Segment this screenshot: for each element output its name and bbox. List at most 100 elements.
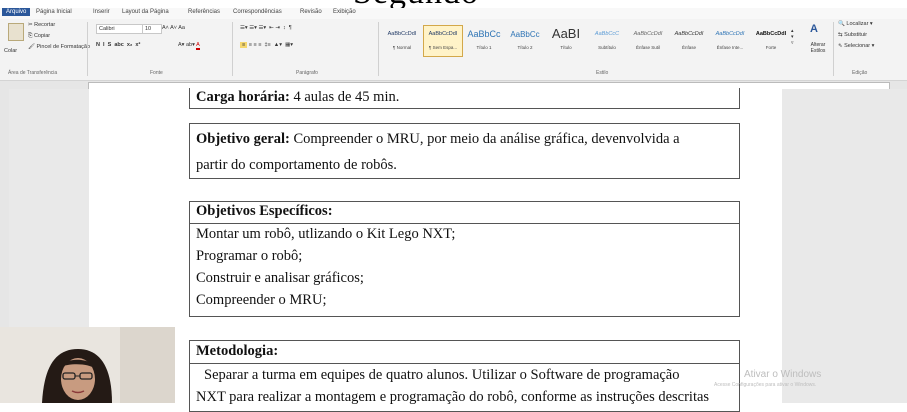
select-label: Selecionar	[844, 43, 871, 49]
style-name: Título	[560, 45, 572, 50]
find-label: Localizar	[846, 21, 869, 27]
style-sample: AaBbCcDdI	[428, 31, 458, 37]
tab-inserir[interactable]: Inserir	[93, 9, 110, 15]
style-normal[interactable]: AaBbCcDdI ¶ Normal	[382, 25, 422, 57]
style-name: Forte	[765, 45, 777, 50]
style-sample: AaBI	[551, 26, 581, 41]
font-format-buttons[interactable]: N I S abc x₂ x²	[96, 42, 140, 48]
style-forte[interactable]: AaBbCcDdI Forte	[751, 25, 791, 57]
tab-pagina-inicial[interactable]: Página Inicial	[36, 9, 72, 15]
style-name: ¶ Sem Espa...	[428, 45, 458, 50]
paste-icon[interactable]	[8, 23, 24, 41]
copy-button[interactable]: ⎘ Copiar	[28, 33, 50, 40]
ribbon-tab-bar: Arquivo Página Inicial Inserir Layout da…	[0, 8, 907, 19]
select-button[interactable]: ⇖ Selecionar ▾	[838, 43, 874, 49]
font-name-select[interactable]: Calibri	[96, 24, 144, 34]
style-name: Ênfase	[681, 45, 696, 50]
presenter-video-frame	[0, 327, 175, 403]
objetivo-geral-line1: Objetivo geral: Compreender o MRU, por m…	[196, 131, 680, 148]
replace-button[interactable]: ⇆ Substituir	[838, 32, 867, 38]
metodologia-label: Metodologia:	[196, 343, 279, 359]
change-styles-icon: A	[810, 23, 818, 35]
style-sample: AaBbCcDdI	[715, 31, 745, 37]
document-title-fragment: Segundo	[0, 0, 907, 8]
objetivo-geral-line2: partir do comportamento de robôs.	[196, 157, 397, 173]
replace-label: Substituir	[844, 32, 868, 38]
carga-horaria-value: 4 aulas de 45 min.	[293, 89, 400, 105]
word-ribbon: Arquivo Página Inicial Inserir Layout da…	[0, 8, 907, 81]
separator	[833, 22, 834, 76]
list-buttons[interactable]: ☰▾ ☰▾ ☰▾ ⇤ ⇥ ↕ ¶	[240, 25, 292, 31]
style-sem-espacamento[interactable]: AaBbCcDdI ¶ Sem Espa...	[423, 25, 463, 57]
style-name: Ênfase Inte...	[716, 45, 744, 50]
cut-button[interactable]: ✂ Recortar	[28, 22, 55, 28]
objetivos-especificos-table[interactable]: Objetivos Específicos: Montar um robô, u…	[189, 201, 740, 317]
font-group-label: Fonte	[150, 70, 163, 76]
brush-icon: 🖌	[28, 44, 37, 50]
style-name: Título 1	[476, 45, 492, 50]
styles-scroll-arrows[interactable]: ▴ ▾ ▿	[791, 28, 794, 46]
separator	[232, 22, 233, 76]
cut-label: Recortar	[34, 22, 56, 28]
styles-group-label: Estilo	[596, 70, 609, 76]
copy-label: Copiar	[33, 33, 51, 39]
font-color-icon: A	[196, 42, 200, 50]
objetivo-geral-cell[interactable]: Objetivo geral: Compreender o MRU, por m…	[189, 123, 740, 179]
tab-arquivo[interactable]: Arquivo	[2, 8, 31, 16]
style-sample: AaBbCc	[510, 30, 540, 39]
alignment-buttons[interactable]: ≡ ≡ ≡ ≡ ‡≡ ▲▾ ▦▾	[240, 42, 293, 48]
style-name: ¶ Normal	[392, 45, 412, 50]
list-item: Montar um robô, utlizando o Kit Lego NXT…	[196, 226, 456, 242]
style-name: Título 2	[517, 45, 533, 50]
style-name: Subtítulo	[598, 45, 616, 50]
list-item: Compreender o MRU;	[196, 292, 327, 308]
carga-horaria-label: Carga horária:	[196, 89, 290, 105]
list-item: Construir e analisar gráficos;	[196, 270, 364, 286]
change-styles-button[interactable]: Alterar Estilos	[806, 42, 830, 54]
style-sample: AaBbCcDdI	[387, 31, 417, 37]
style-enfase[interactable]: AaBbCcDdI Ênfase	[669, 25, 709, 57]
style-sample: AaBbCcDdI	[755, 31, 787, 37]
style-enfase-intensa[interactable]: AaBbCcDdI Ênfase Inte...	[710, 25, 750, 57]
table-row-divider	[190, 363, 739, 364]
objetivo-geral-text: Compreender o MRU, por meio da análise g…	[293, 131, 680, 147]
tab-exibicao[interactable]: Exibição	[333, 9, 356, 15]
tab-revisao[interactable]: Revisão	[300, 9, 322, 15]
style-sample: AaBbCcC	[594, 31, 620, 37]
separator	[87, 22, 88, 76]
format-painter-button[interactable]: 🖌 Pincel de Formatação	[28, 44, 90, 50]
metodologia-table[interactable]: Metodologia: Separar a turma em equipes …	[189, 340, 740, 412]
style-sample: AaBbCc	[467, 29, 501, 39]
font-color-buttons[interactable]: A▾ ab▾ A	[178, 42, 200, 50]
metodologia-line2: NXT para realizar a montagem e programaç…	[196, 389, 710, 405]
separator	[378, 22, 379, 76]
style-subtitulo[interactable]: AaBbCcC Subtítulo	[587, 25, 627, 57]
style-sample: AaBbCcDdI	[633, 31, 663, 37]
activation-watermark-title: Ativar o Windows	[744, 369, 822, 380]
activation-watermark-subtitle: Acesse Configurações para ativar o Windo…	[714, 382, 817, 388]
paste-button-label[interactable]: Colar	[4, 48, 17, 54]
objetivo-geral-label: Objetivo geral:	[196, 131, 290, 147]
style-titulo[interactable]: AaBI Título	[546, 25, 586, 57]
carga-horaria-cell[interactable]: Carga horária: 4 aulas de 45 min.	[189, 88, 740, 109]
tab-correspondencias[interactable]: Correspondências	[233, 9, 282, 15]
workspace-margin-right	[782, 89, 907, 403]
tab-referencias[interactable]: Referências	[188, 9, 220, 15]
style-name: Ênfase Sutil	[635, 45, 660, 50]
grow-shrink-font-buttons[interactable]: A˄ A˅ Aa	[162, 25, 185, 31]
style-titulo-2[interactable]: AaBbCc Título 2	[505, 25, 545, 57]
font-size-select[interactable]: 10	[142, 24, 162, 34]
format-painter-label: Pincel de Formatação	[36, 44, 91, 50]
carga-horaria-text: Carga horária: 4 aulas de 45 min.	[196, 89, 399, 106]
style-titulo-1[interactable]: AaBbCc Título 1	[464, 25, 504, 57]
list-item: Programar o robô;	[196, 248, 303, 264]
clipboard-group-label: Área de Transferência	[8, 70, 58, 76]
style-enfase-sutil[interactable]: AaBbCcDdI Ênfase Sutil	[628, 25, 668, 57]
align-left-icon: ≡	[240, 42, 248, 48]
presenter-webcam-overlay	[0, 327, 175, 403]
find-button[interactable]: 🔍 Localizar ▾	[838, 21, 873, 27]
table-row-divider	[190, 223, 739, 224]
metodologia-line1: Separar a turma em equipes de quatro alu…	[204, 367, 680, 383]
objetivos-especificos-label: Objetivos Específicos:	[196, 203, 333, 219]
tab-layout[interactable]: Layout da Página	[122, 9, 169, 15]
